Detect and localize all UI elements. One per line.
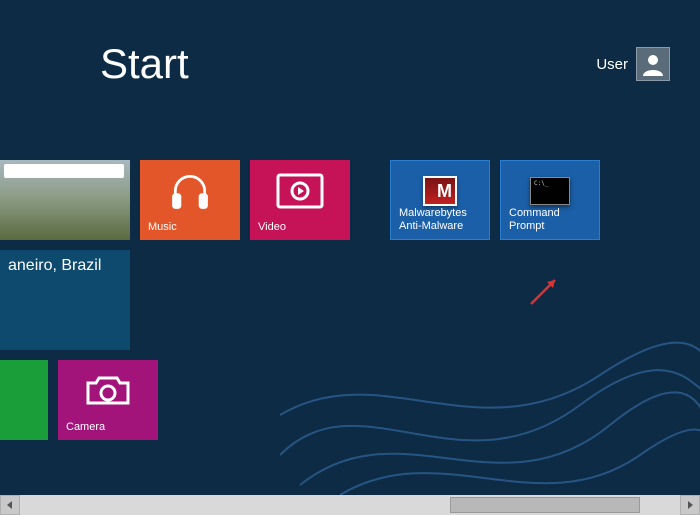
tile-command-prompt[interactable]: Command Prompt	[500, 160, 600, 240]
tile-music[interactable]: Music	[140, 160, 240, 240]
tile-video[interactable]: Video	[250, 160, 350, 240]
start-header: Start User	[100, 40, 670, 88]
play-icon	[250, 160, 350, 222]
tile-label: aneiro, Brazil	[8, 256, 122, 275]
scroll-track[interactable]	[20, 495, 680, 515]
headphones-icon	[140, 160, 240, 222]
tile-bing-photo[interactable]	[0, 160, 130, 240]
horizontal-scrollbar[interactable]	[0, 495, 700, 515]
tile-malwarebytes[interactable]: M Malwarebytes Anti-Malware	[390, 160, 490, 240]
scroll-thumb[interactable]	[450, 497, 640, 513]
tile-label: Video	[258, 221, 342, 234]
tile-label: Malwarebytes Anti-Malware	[399, 207, 481, 233]
background-waves-icon	[280, 315, 700, 495]
tile-label: Command Prompt	[509, 207, 591, 233]
annotation-arrow-icon	[525, 270, 565, 310]
tile-weather-brazil[interactable]: aneiro, Brazil	[0, 250, 130, 350]
user-account-button[interactable]: User	[596, 47, 670, 81]
tile-camera[interactable]: Camera	[58, 360, 158, 440]
page-title: Start	[100, 40, 189, 88]
scroll-right-button[interactable]	[680, 495, 700, 515]
search-bar-icon	[4, 164, 124, 178]
tile-green-app[interactable]	[0, 360, 48, 440]
tile-label: Camera	[66, 421, 150, 434]
user-name-label: User	[596, 56, 628, 73]
tile-label: Music	[148, 221, 232, 234]
camera-icon	[58, 360, 158, 422]
scroll-left-button[interactable]	[0, 495, 20, 515]
user-avatar-icon	[636, 47, 670, 81]
